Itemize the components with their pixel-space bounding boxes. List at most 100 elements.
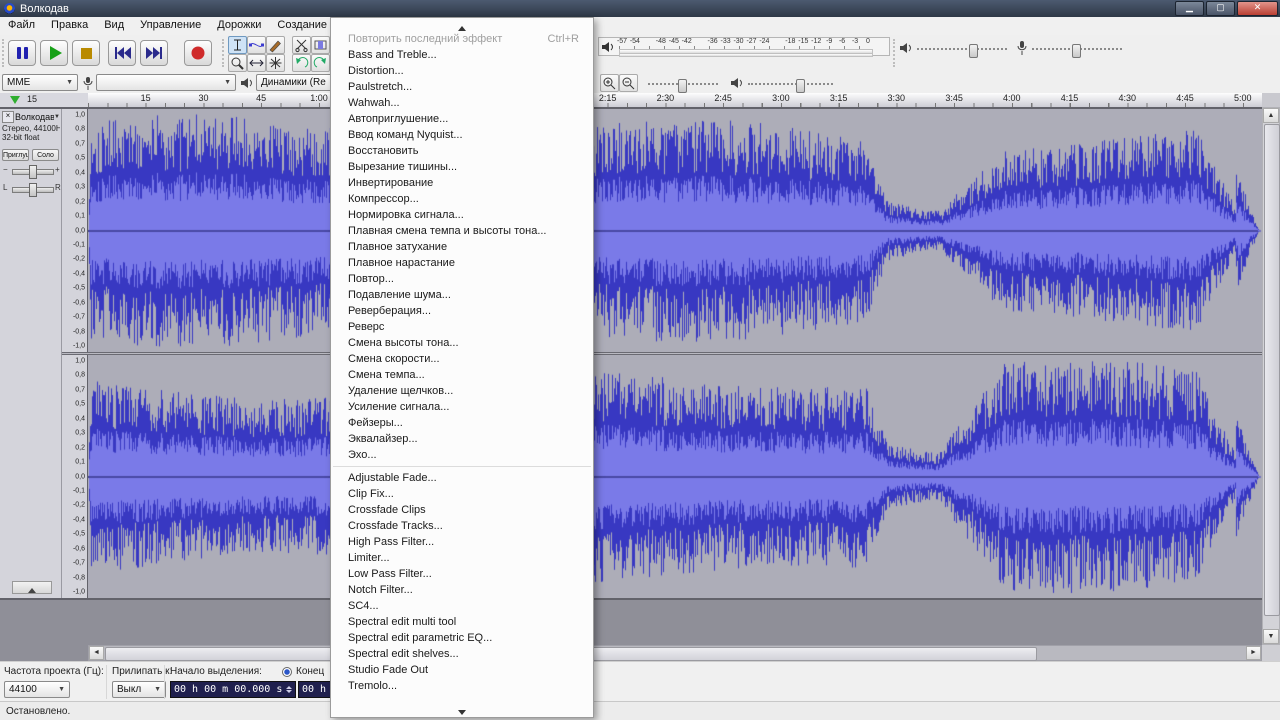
effects-menu-item[interactable]: Автоприглушение... bbox=[331, 111, 593, 127]
draw-tool-button[interactable] bbox=[266, 36, 285, 54]
vertical-scroll-thumb[interactable] bbox=[1264, 124, 1280, 616]
effects-menu-item[interactable]: Spectral edit parametric EQ... bbox=[331, 630, 593, 646]
menu-вид[interactable]: Вид bbox=[96, 17, 132, 35]
track-close-button[interactable]: × bbox=[2, 111, 14, 123]
record-button[interactable] bbox=[184, 40, 212, 66]
menu-управление[interactable]: Управление bbox=[132, 17, 209, 35]
scroll-down-icon[interactable]: ▼ bbox=[1263, 629, 1279, 644]
minimize-button[interactable]: ▁ bbox=[1175, 1, 1204, 16]
recording-volume-thumb[interactable] bbox=[1072, 44, 1081, 58]
menu-создание[interactable]: Создание bbox=[269, 17, 335, 35]
effects-menu-item[interactable]: Подавление шума... bbox=[331, 287, 593, 303]
playback-volume-thumb[interactable] bbox=[969, 44, 978, 58]
effects-menu-item[interactable]: Удаление щелчков... bbox=[331, 383, 593, 399]
redo-button[interactable] bbox=[311, 54, 330, 72]
effects-menu-item[interactable]: Реверберация... bbox=[331, 303, 593, 319]
horizontal-scrollbar[interactable]: ◄ ► bbox=[88, 645, 1262, 661]
zoom-in-button[interactable] bbox=[600, 74, 619, 92]
end-radio-button[interactable] bbox=[282, 667, 292, 677]
zoom-out-button[interactable] bbox=[619, 74, 638, 92]
effects-menu-item[interactable]: Плавное затухание bbox=[331, 239, 593, 255]
play-speed-thumb[interactable] bbox=[678, 79, 687, 93]
effects-menu-item[interactable]: Distortion... bbox=[331, 63, 593, 79]
effects-menu-item[interactable]: Компрессор... bbox=[331, 191, 593, 207]
effects-menu-item[interactable]: Эквалайзер... bbox=[331, 431, 593, 447]
recording-volume-slider[interactable] bbox=[1032, 48, 1122, 50]
maximize-button[interactable]: ▢ bbox=[1206, 1, 1235, 16]
toolbar-grip[interactable] bbox=[222, 39, 227, 67]
solo-button[interactable]: Соло bbox=[32, 149, 59, 161]
effects-menu-item[interactable]: SC4... bbox=[331, 598, 593, 614]
effects-menu-item[interactable]: Adjustable Fade... bbox=[331, 470, 593, 486]
project-rate-combo[interactable]: 44100▼ bbox=[4, 681, 70, 698]
effects-menu-item[interactable]: Notch Filter... bbox=[331, 582, 593, 598]
waveform-channel-left[interactable] bbox=[88, 109, 1262, 352]
effects-menu-item[interactable]: Нормировка сигнала... bbox=[331, 207, 593, 223]
effects-menu-item[interactable]: Вырезание тишины... bbox=[331, 159, 593, 175]
audio-host-combo[interactable]: MME▼ bbox=[2, 74, 78, 91]
selection-start-timefield[interactable]: 00 h 00 m 00.000 s bbox=[170, 681, 296, 698]
effects-menu-item[interactable]: Повторить последний эффектCtrl+R bbox=[331, 31, 593, 47]
gain-slider[interactable] bbox=[12, 169, 54, 175]
recording-device-combo[interactable]: ▼ bbox=[96, 74, 236, 91]
envelope-tool-button[interactable] bbox=[247, 36, 266, 54]
skip-to-start-button[interactable] bbox=[108, 40, 136, 66]
effects-menu-item[interactable]: Усиление сигнала... bbox=[331, 399, 593, 415]
effects-menu-item[interactable]: Смена высоты тона... bbox=[331, 335, 593, 351]
vertical-scrollbar[interactable]: ▲ ▼ bbox=[1262, 107, 1280, 645]
output-level-slider[interactable] bbox=[748, 83, 833, 85]
track-collapse-button[interactable] bbox=[12, 581, 52, 594]
effects-menu-item[interactable]: Spectral edit shelves... bbox=[331, 646, 593, 662]
effects-menu-item[interactable]: Смена скорости... bbox=[331, 351, 593, 367]
effects-menu-item[interactable]: Bass and Treble... bbox=[331, 47, 593, 63]
effects-menu-item[interactable]: Плавная смена темпа и высоты тона... bbox=[331, 223, 593, 239]
selection-tool-button[interactable] bbox=[228, 36, 247, 54]
track-menu-arrow-icon[interactable]: ▼ bbox=[54, 114, 62, 120]
pan-slider[interactable] bbox=[12, 187, 54, 193]
scroll-up-icon[interactable]: ▲ bbox=[1263, 108, 1279, 123]
timeline-ruler[interactable]: 15 1530451:001:151:301:452:002:152:302:4… bbox=[0, 93, 1280, 107]
playback-meter[interactable]: -57-54-48-45-42-36-33-30-27-24-18-15-12-… bbox=[598, 37, 890, 56]
multi-tool-button[interactable] bbox=[266, 54, 285, 72]
effects-menu-item[interactable]: Paulstretch... bbox=[331, 79, 593, 95]
effects-menu-item[interactable]: Low Pass Filter... bbox=[331, 566, 593, 582]
effects-menu-item[interactable]: Ввод команд Nyquist... bbox=[331, 127, 593, 143]
effects-menu-item[interactable]: Crossfade Tracks... bbox=[331, 518, 593, 534]
scroll-left-icon[interactable]: ◄ bbox=[89, 646, 104, 660]
cut-button[interactable] bbox=[292, 36, 311, 54]
gain-slider-thumb[interactable] bbox=[29, 165, 37, 179]
time-shift-tool-button[interactable] bbox=[247, 54, 266, 72]
mute-button[interactable]: Приглушить bbox=[2, 149, 29, 161]
menu-дорожки[interactable]: Дорожки bbox=[209, 17, 269, 35]
effects-menu-item[interactable]: Смена темпа... bbox=[331, 367, 593, 383]
effects-menu-item[interactable]: Tremolo... bbox=[331, 678, 593, 694]
effects-menu-item[interactable]: Clip Fix... bbox=[331, 486, 593, 502]
playback-volume-slider[interactable] bbox=[917, 48, 1007, 50]
menu-файл[interactable]: Файл bbox=[0, 17, 43, 35]
effects-menu-item[interactable]: Limiter... bbox=[331, 550, 593, 566]
effects-menu-item[interactable]: Восстановить bbox=[331, 143, 593, 159]
snap-to-combo[interactable]: Выкл▼ bbox=[112, 681, 166, 698]
effects-menu-item[interactable]: Инвертирование bbox=[331, 175, 593, 191]
waveform-channel-right[interactable] bbox=[88, 355, 1262, 598]
undo-button[interactable] bbox=[292, 54, 311, 72]
pause-button[interactable] bbox=[8, 40, 36, 66]
menu-scroll-down[interactable] bbox=[331, 702, 593, 715]
zoom-tool-button[interactable] bbox=[228, 54, 247, 72]
toolbar-grip[interactable] bbox=[893, 39, 898, 67]
play-pin-icon[interactable] bbox=[10, 96, 20, 104]
time-spinner[interactable] bbox=[286, 686, 292, 693]
trim-button[interactable] bbox=[311, 36, 330, 54]
pan-slider-thumb[interactable] bbox=[29, 183, 37, 197]
effects-menu-item[interactable]: Повтор... bbox=[331, 271, 593, 287]
scroll-right-icon[interactable]: ► bbox=[1246, 646, 1261, 660]
skip-to-end-button[interactable] bbox=[140, 40, 168, 66]
track-control-panel[interactable]: × Волкодав ▼ Стерео, 44100Hz 32-bit floa… bbox=[0, 109, 62, 598]
effects-menu-item[interactable]: Spectral edit multi tool bbox=[331, 614, 593, 630]
effects-menu-item[interactable]: High Pass Filter... bbox=[331, 534, 593, 550]
effects-menu-item[interactable]: Фейзеры... bbox=[331, 415, 593, 431]
effects-menu-item[interactable]: Crossfade Clips bbox=[331, 502, 593, 518]
ruler-scale[interactable]: 1530451:001:151:301:452:002:152:302:453:… bbox=[88, 93, 1262, 108]
toolbar-grip[interactable] bbox=[2, 39, 7, 67]
effects-menu-item[interactable]: Реверс bbox=[331, 319, 593, 335]
